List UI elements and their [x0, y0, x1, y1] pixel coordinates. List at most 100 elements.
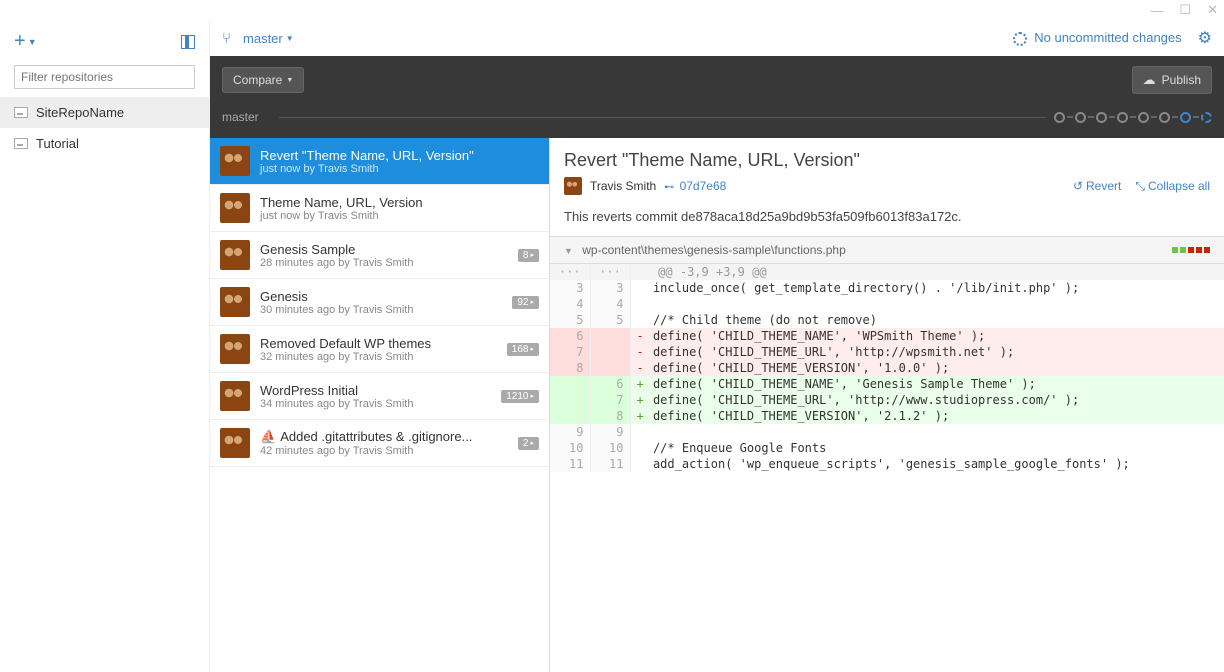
timeline-commit-dot[interactable]	[1180, 112, 1191, 123]
repo-item[interactable]: Tutorial	[0, 128, 209, 159]
undo-icon: ↺	[1073, 179, 1083, 193]
author-avatar	[220, 193, 250, 223]
compare-button[interactable]: Compare ▼	[222, 67, 304, 93]
maximize-button[interactable]: ☐	[1179, 2, 1191, 18]
commit-timeline: master	[210, 104, 1224, 138]
repo-item[interactable]: SiteRepoName	[0, 97, 209, 128]
diff-line: 7- define( 'CHILD_THEME_URL', 'http://wp…	[550, 344, 1224, 360]
timeline-branch-label: master	[222, 110, 259, 124]
diff-file-header[interactable]: ▼ wp-content\themes\genesis-sample\funct…	[550, 236, 1224, 264]
commit-list-item[interactable]: Genesis30 minutes ago by Travis Smith 92▸	[210, 279, 549, 326]
timeline-commit-dot[interactable]	[1159, 112, 1170, 123]
commit-meta: just now by Travis Smith	[260, 210, 539, 222]
revert-button[interactable]: ↺ Revert	[1073, 179, 1121, 194]
commit-list-item[interactable]: Genesis Sample28 minutes ago by Travis S…	[210, 232, 549, 279]
diff-line: 33 include_once( get_template_directory(…	[550, 280, 1224, 296]
commit-title: Theme Name, URL, Version	[260, 195, 539, 210]
commit-list[interactable]: Revert "Theme Name, URL, Version"just no…	[210, 138, 550, 672]
commit-sha[interactable]: ⊷ 07d7e68	[664, 179, 726, 193]
repo-icon	[14, 138, 28, 149]
repo-name: Tutorial	[36, 136, 79, 151]
add-repo-button[interactable]: + ▼	[14, 30, 37, 53]
author-avatar	[220, 381, 250, 411]
triangle-down-icon: ▼	[564, 246, 573, 256]
diff-stat-indicator	[1172, 247, 1210, 253]
repo-filter-input[interactable]	[14, 65, 195, 89]
commit-list-item[interactable]: Theme Name, URL, Versionjust now by Trav…	[210, 185, 549, 232]
file-count-badge: 8▸	[518, 249, 539, 262]
author-avatar	[564, 177, 582, 195]
commit-list-item[interactable]: ⛵Added .gitattributes & .gitignore...42 …	[210, 420, 549, 467]
commit-list-item[interactable]: Removed Default WP themes32 minutes ago …	[210, 326, 549, 373]
repo-name: SiteRepoName	[36, 105, 124, 120]
diff-file-path: wp-content\themes\genesis-sample\functio…	[582, 243, 845, 257]
top-toolbar: ⑂ master ▼ No uncommitted changes ⚙	[210, 20, 1224, 56]
timeline-commit-dot[interactable]	[1075, 112, 1086, 123]
diff-line: 6- define( 'CHILD_THEME_NAME', 'WPSmith …	[550, 328, 1224, 344]
caret-down-icon: ▼	[28, 37, 37, 47]
diff-line: 1111 add_action( 'wp_enqueue_scripts', '…	[550, 456, 1224, 472]
publish-button[interactable]: ☁ Publish	[1132, 66, 1212, 94]
commit-detail-pane: Revert "Theme Name, URL, Version" Travis…	[550, 138, 1224, 672]
sync-icon	[1013, 32, 1027, 46]
diff-line: 99	[550, 424, 1224, 440]
timeline-commit-dot[interactable]	[1054, 112, 1065, 123]
commit-title: Genesis Sample	[260, 242, 508, 257]
diff-line: 8- define( 'CHILD_THEME_VERSION', '1.0.0…	[550, 360, 1224, 376]
commit-meta: 28 minutes ago by Travis Smith	[260, 257, 508, 269]
gear-icon[interactable]: ⚙	[1198, 28, 1212, 48]
commit-meta: 34 minutes ago by Travis Smith	[260, 398, 491, 410]
commit-meta: 32 minutes ago by Travis Smith	[260, 351, 497, 363]
author-name: Travis Smith	[590, 179, 656, 193]
file-count-badge: 92▸	[512, 296, 539, 309]
collapse-icon: ⤡	[1135, 179, 1145, 194]
caret-down-icon: ▼	[286, 77, 293, 84]
timeline-commit-dot[interactable]	[1138, 112, 1149, 123]
sync-status[interactable]: No uncommitted changes	[1013, 30, 1182, 46]
timeline-commit-dot[interactable]	[1096, 112, 1107, 123]
commit-message: This reverts commit de878aca18d25a9bd9b5…	[550, 205, 1224, 236]
commit-meta: 30 minutes ago by Travis Smith	[260, 304, 502, 316]
diff-line: 44	[550, 296, 1224, 312]
timeline-commit-dot[interactable]	[1201, 112, 1212, 123]
author-avatar	[220, 146, 250, 176]
repo-icon	[14, 107, 28, 118]
diff-line: 8+ define( 'CHILD_THEME_VERSION', '2.1.2…	[550, 408, 1224, 424]
branch-selector[interactable]: master ▼	[243, 31, 294, 46]
author-avatar	[220, 240, 250, 270]
commit-list-item[interactable]: Revert "Theme Name, URL, Version"just no…	[210, 138, 549, 185]
diff-line: 6+ define( 'CHILD_THEME_NAME', 'Genesis …	[550, 376, 1224, 392]
minimize-button[interactable]: —	[1150, 3, 1163, 18]
timeline-commit-dot[interactable]	[1117, 112, 1128, 123]
plus-icon: +	[14, 30, 26, 53]
commit-title: ⛵Added .gitattributes & .gitignore...	[260, 429, 508, 445]
diff-line: 1010 //* Enqueue Google Fonts	[550, 440, 1224, 456]
file-count-badge: 1210▸	[501, 390, 539, 403]
close-button[interactable]: ✕	[1207, 2, 1218, 18]
diff-line: 7+ define( 'CHILD_THEME_URL', 'http://ww…	[550, 392, 1224, 408]
branch-icon[interactable]: ⑂	[222, 30, 231, 47]
diff-view: ······ @@ -3,9 +3,9 @@33 include_once( g…	[550, 264, 1224, 472]
bot-icon: ⛵	[260, 429, 276, 444]
commit-list-item[interactable]: WordPress Initial34 minutes ago by Travi…	[210, 373, 549, 420]
collapse-all-button[interactable]: ⤡ Collapse all	[1135, 179, 1210, 194]
toggle-panel-icon[interactable]	[181, 35, 195, 49]
caret-down-icon: ▼	[286, 34, 294, 43]
commit-title: Revert "Theme Name, URL, Version"	[260, 148, 539, 163]
commit-meta: just now by Travis Smith	[260, 163, 539, 175]
diff-line: 55 //* Child theme (do not remove)	[550, 312, 1224, 328]
author-avatar	[220, 334, 250, 364]
commit-icon: ⊷	[664, 182, 674, 193]
commit-meta: 42 minutes ago by Travis Smith	[260, 445, 508, 457]
file-count-badge: 168▸	[507, 343, 539, 356]
commit-title: Removed Default WP themes	[260, 336, 497, 351]
commit-detail-title: Revert "Theme Name, URL, Version"	[564, 150, 1210, 171]
commit-title: WordPress Initial	[260, 383, 491, 398]
commit-title: Genesis	[260, 289, 502, 304]
cloud-upload-icon: ☁	[1143, 72, 1156, 88]
author-avatar	[220, 287, 250, 317]
action-bar: Compare ▼ ☁ Publish	[210, 56, 1224, 104]
repo-sidebar: + ▼ SiteRepoName Tutorial	[0, 20, 210, 672]
window-titlebar: — ☐ ✕	[0, 0, 1224, 20]
file-count-badge: 2▸	[518, 437, 539, 450]
